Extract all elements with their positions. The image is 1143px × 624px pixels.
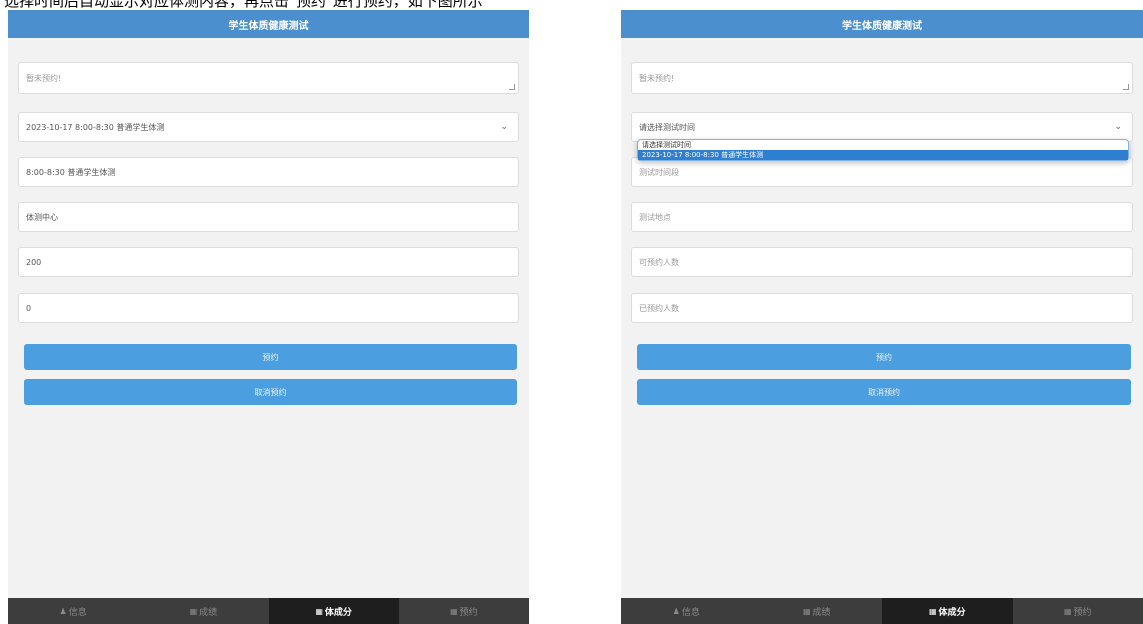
caption-strip: 选择时间后自动显示对应体测内容，再点击"预约"进行预约，如下图所示 [0, 0, 780, 8]
capacity-placeholder: 可预约人数 [639, 257, 679, 267]
location-value: 体测中心 [26, 212, 58, 222]
resize-grip-icon[interactable] [1123, 84, 1129, 90]
booked-count-field[interactable]: 0 [18, 293, 519, 323]
dropdown-option-selected[interactable]: 2023-10-17 8:00-8:30 普通学生体测 [638, 150, 1128, 160]
time-slot-field[interactable]: 测试时间段 [631, 157, 1133, 187]
reserve-button[interactable]: 预约 [24, 344, 517, 370]
page: 选择时间后自动显示对应体测内容，再点击"预约"进行预约，如下图所示 学生体质健康… [0, 0, 1143, 624]
bottom-tab-bar: ♟ 信息 ▦ 成绩 ▦ 体成分 ▦ 预约 [621, 598, 1143, 624]
tab-label: 成绩 [199, 607, 218, 618]
bottom-tab-bar: ♟ 信息 ▦ 成绩 ▦ 体成分 ▦ 预约 [8, 598, 529, 624]
tab-label: 预约 [1073, 607, 1092, 618]
capacity-field[interactable]: 可预约人数 [631, 247, 1133, 277]
time-select-placeholder: 请选择测试时间 [639, 122, 695, 132]
grid-icon: ▦ [450, 606, 458, 616]
tab-body-composition[interactable]: ▦ 体成分 [882, 598, 1013, 624]
notice-placeholder: 暂未预约! [26, 74, 62, 83]
time-slot-field[interactable]: 8:00-8:30 普通学生体测 [18, 157, 519, 187]
grid-icon: ▦ [802, 606, 811, 616]
chevron-down-icon: ⌄ [500, 122, 508, 132]
time-slot-value: 8:00-8:30 普通学生体测 [26, 167, 116, 177]
resize-grip-icon[interactable] [509, 84, 515, 90]
booked-count-field[interactable]: 已预约人数 [631, 293, 1133, 323]
user-icon: ♟ [59, 606, 67, 616]
grid-icon: ▦ [315, 606, 323, 616]
caption-text: 选择时间后自动显示对应体测内容，再点击"预约"进行预约，如下图所示 [4, 0, 483, 8]
left-screen: 学生体质健康测试 暂未预约! 2023-10-17 8:00-8:30 普通学生… [8, 10, 529, 624]
cancel-reservation-button[interactable]: 取消预约 [637, 379, 1131, 405]
grid-icon: ▦ [1063, 606, 1072, 616]
notice-textarea[interactable]: 暂未预约! [18, 62, 519, 94]
page-title: 学生体质健康测试 [621, 10, 1143, 38]
time-slot-placeholder: 测试时间段 [639, 167, 679, 177]
time-select[interactable]: 2023-10-17 8:00-8:30 普通学生体测 ⌄ [18, 112, 519, 142]
time-select[interactable]: 请选择测试时间 ⌄ [631, 112, 1133, 142]
tab-body-composition[interactable]: ▦ 体成分 [268, 598, 399, 624]
tab-label: 预约 [459, 607, 478, 618]
notice-textarea[interactable]: 暂未预约! [631, 62, 1133, 94]
tab-label: 体成分 [324, 607, 352, 618]
reserve-button[interactable]: 预约 [637, 344, 1131, 370]
cancel-reservation-button[interactable]: 取消预约 [24, 379, 517, 405]
grid-icon: ▦ [928, 606, 937, 616]
tab-label: 成绩 [812, 607, 831, 618]
grid-icon: ▦ [189, 606, 198, 616]
time-select-dropdown: 请选择测试时间 2023-10-17 8:00-8:30 普通学生体测 [637, 139, 1129, 161]
notice-placeholder: 暂未预约! [639, 74, 675, 83]
tab-label: 体成分 [938, 607, 966, 618]
user-icon: ♟ [672, 606, 680, 616]
location-field[interactable]: 测试地点 [631, 202, 1133, 232]
time-select-value: 2023-10-17 8:00-8:30 普通学生体测 [26, 122, 165, 132]
booked-count-placeholder: 已预约人数 [639, 303, 679, 313]
capacity-value: 200 [26, 257, 42, 267]
tab-scores[interactable]: ▦ 成绩 [752, 598, 883, 624]
location-placeholder: 测试地点 [639, 212, 671, 222]
page-title: 学生体质健康测试 [8, 10, 529, 38]
tab-scores[interactable]: ▦ 成绩 [138, 598, 268, 624]
chevron-down-icon: ⌄ [1114, 122, 1122, 132]
location-field[interactable]: 体测中心 [18, 202, 519, 232]
booked-count-value: 0 [26, 303, 32, 313]
tab-reservation[interactable]: ▦ 预约 [399, 598, 529, 624]
tab-info[interactable]: ♟ 信息 [621, 598, 752, 624]
tab-info[interactable]: ♟ 信息 [8, 598, 138, 624]
tab-label: 信息 [681, 607, 700, 618]
right-screen: 学生体质健康测试 暂未预约! 请选择测试时间 ⌄ 测试时间段 测试地点 可预约人… [621, 10, 1143, 624]
tab-label: 信息 [68, 607, 87, 618]
capacity-field[interactable]: 200 [18, 247, 519, 277]
tab-reservation[interactable]: ▦ 预约 [1013, 598, 1143, 624]
dropdown-option[interactable]: 请选择测试时间 [638, 140, 1128, 150]
